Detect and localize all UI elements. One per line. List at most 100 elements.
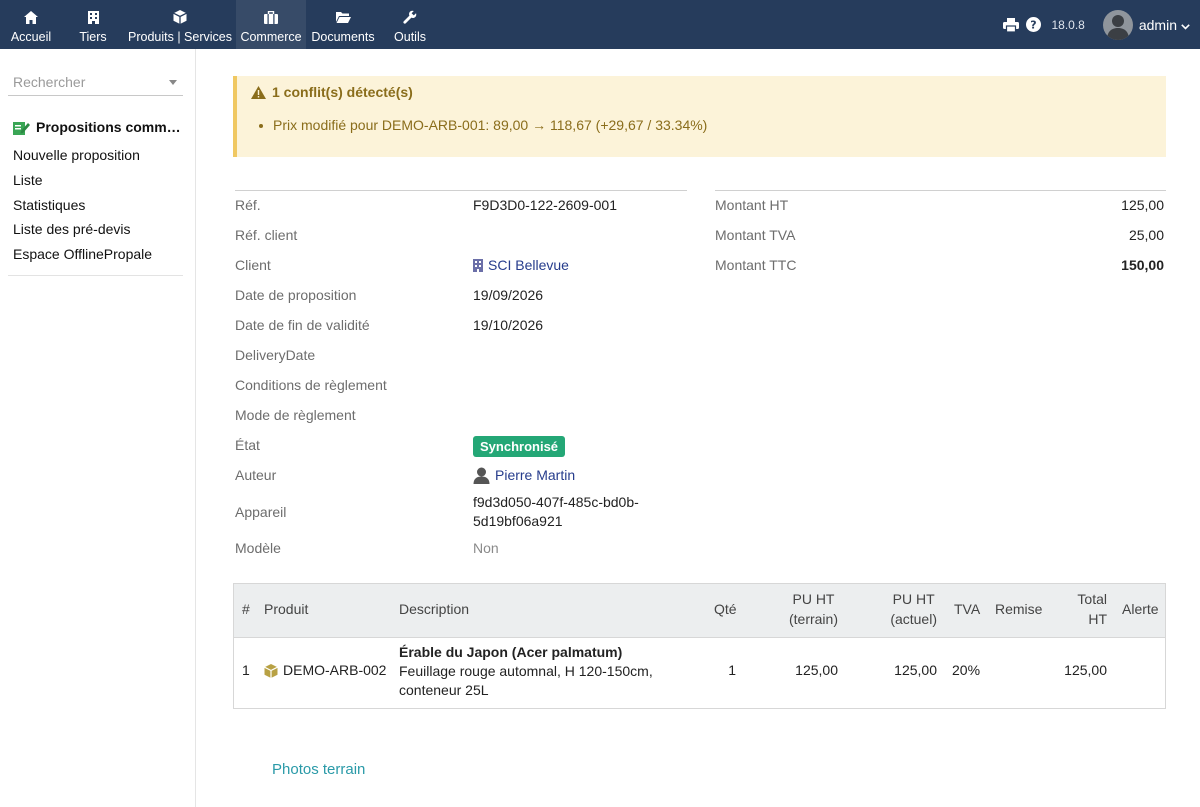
th-pu-terrain-line2: (terrain) xyxy=(788,611,838,627)
desc-line1: Feuillage rouge automnal, H 120-150cm, xyxy=(399,663,653,679)
row-num: 1 xyxy=(242,662,250,678)
row-pu-actuel: 125,00 xyxy=(894,662,937,678)
nav-accueil[interactable]: Accueil xyxy=(0,0,62,49)
th-num: # xyxy=(242,601,250,617)
user-avatar[interactable] xyxy=(1102,9,1133,40)
th-produit: Produit xyxy=(264,601,309,617)
nav-tiers[interactable]: Tiers xyxy=(62,0,124,49)
sidebar-item-espace-offlinepropale[interactable]: Espace OfflinePropale xyxy=(13,246,152,262)
left-sidebar: Rechercher Propositions comm… Nouvelle p… xyxy=(0,49,196,807)
wrench-icon xyxy=(403,9,417,25)
status-badge-text: Synchronisé xyxy=(473,436,566,457)
chevron-down-icon[interactable] xyxy=(1181,17,1190,33)
product-link[interactable]: DEMO-ARB-002 xyxy=(264,661,386,680)
desc-title: Érable du Japon (Acer palmatum) xyxy=(399,644,623,660)
sidebar-item-liste-pre-devis[interactable]: Liste des pré-devis xyxy=(13,221,131,237)
mode-label: Mode de règlement xyxy=(235,407,356,423)
user-icon xyxy=(473,466,490,484)
th-pu-terrain-line1: PU HT xyxy=(792,591,835,607)
row-total: 125,00 xyxy=(1064,662,1107,678)
appareil-value-line1: f9d3d050-407f-485c-bd0b- xyxy=(473,494,639,510)
th-tva: TVA xyxy=(954,601,981,617)
sidebar-item-nouvelle-proposition[interactable]: Nouvelle proposition xyxy=(13,147,140,163)
search-select[interactable]: Rechercher xyxy=(8,71,183,96)
nav-label: Commerce xyxy=(240,30,302,44)
row-pu-terrain: 125,00 xyxy=(795,662,838,678)
date-label: Date de proposition xyxy=(235,287,357,303)
briefcase-icon xyxy=(264,9,278,25)
th-total-line2: HT xyxy=(1088,611,1107,627)
montant-ht-value: 125,00 xyxy=(1121,197,1164,213)
ref-client-label: Réf. client xyxy=(235,227,298,243)
etat-label: État xyxy=(235,437,260,453)
th-remise: Remise xyxy=(995,601,1043,617)
nav-label: Tiers xyxy=(79,30,107,44)
propal-icon xyxy=(13,120,30,135)
nav-label: Produits | Services xyxy=(128,30,232,44)
th-total-line1: Total xyxy=(1077,591,1107,607)
delivery-date-label: DeliveryDate xyxy=(235,347,316,363)
end-date-value: 19/10/2026 xyxy=(473,317,544,333)
conditions-label: Conditions de règlement xyxy=(235,377,387,393)
nav-label: Outils xyxy=(394,30,426,44)
th-description: Description xyxy=(399,601,470,617)
desc-line2: conteneur 25L xyxy=(399,682,489,698)
client-name: SCI Bellevue xyxy=(488,257,569,273)
nav-commerce[interactable]: Commerce xyxy=(236,0,306,49)
warning-icon xyxy=(251,85,266,99)
auteur-label: Auteur xyxy=(235,467,277,483)
nav-documents[interactable]: Documents xyxy=(306,0,380,49)
help-icon[interactable]: ? xyxy=(1023,15,1043,35)
author-link[interactable]: Pierre Martin xyxy=(473,466,575,484)
search-placeholder: Rechercher xyxy=(13,74,86,90)
th-qte: Qté xyxy=(714,601,737,617)
nav-produits-services[interactable]: Produits | Services xyxy=(124,0,236,49)
montant-ttc-value: 150,00 xyxy=(1121,257,1164,273)
photos-terrain-link[interactable]: Photos terrain xyxy=(272,761,365,778)
sidebar-item-statistiques[interactable]: Statistiques xyxy=(13,197,85,213)
building-icon xyxy=(87,9,99,25)
th-pu-actuel: PU HT (actuel) xyxy=(890,589,937,629)
ref-value: F9D3D0-122-2609-001 xyxy=(473,197,617,213)
client-link[interactable]: SCI Bellevue xyxy=(473,257,569,273)
th-total: Total HT xyxy=(1077,589,1107,629)
alert-item: Prix modifié pour DEMO-ARB-001: 89,00 → … xyxy=(273,117,708,133)
modele-value: Non xyxy=(473,540,499,556)
sidebar-title-label: Propositions comm… xyxy=(36,119,181,135)
cube-icon xyxy=(264,663,278,678)
svg-text:?: ? xyxy=(1030,19,1036,32)
nav-outils[interactable]: Outils xyxy=(380,0,440,49)
date-value: 19/09/2026 xyxy=(473,287,544,303)
th-alerte: Alerte xyxy=(1122,601,1159,617)
th-pu-actuel-line2: (actuel) xyxy=(890,611,937,627)
end-date-label: Date de fin de validité xyxy=(235,317,370,333)
appareil-value-line2: 5d19bf06a921 xyxy=(473,513,563,529)
product-ref: DEMO-ARB-002 xyxy=(283,662,387,678)
status-badge: Synchronisé xyxy=(473,436,566,457)
row-qte: 1 xyxy=(728,662,736,678)
topbar-right: ? 18.0.8 admin xyxy=(1001,0,1200,49)
user-name[interactable]: admin xyxy=(1139,17,1177,33)
montant-tva-label: Montant TVA xyxy=(715,227,796,243)
montant-ht-label: Montant HT xyxy=(715,197,789,213)
montant-tva-value: 25,00 xyxy=(1128,227,1164,243)
alert-title-text: 1 conflit(s) détecté(s) xyxy=(272,84,413,100)
cube-icon xyxy=(173,9,187,25)
chevron-down-icon xyxy=(169,80,177,85)
table-header: # Produit Description Qté PU HT (terrain… xyxy=(234,584,1165,638)
lines-table: # Produit Description Qté PU HT (terrain… xyxy=(233,583,1166,709)
client-label: Client xyxy=(235,257,271,273)
conflict-alert: 1 conflit(s) détecté(s) Prix modifié pou… xyxy=(233,76,1166,157)
alert-title: 1 conflit(s) détecté(s) xyxy=(251,84,413,100)
th-pu-actuel-line1: PU HT xyxy=(892,591,935,607)
bullet xyxy=(259,124,263,128)
divider xyxy=(715,190,1166,191)
author-name: Pierre Martin xyxy=(495,467,576,483)
th-pu-terrain: PU HT (terrain) xyxy=(789,589,838,629)
top-navbar: Accueil Tiers Produits | Services Commer… xyxy=(0,0,1200,49)
sidebar-divider xyxy=(8,275,183,276)
print-icon[interactable] xyxy=(1001,15,1021,35)
sidebar-section-title[interactable]: Propositions comm… xyxy=(13,119,183,135)
sidebar-item-liste[interactable]: Liste xyxy=(13,172,43,188)
ref-label: Réf. xyxy=(235,197,261,213)
